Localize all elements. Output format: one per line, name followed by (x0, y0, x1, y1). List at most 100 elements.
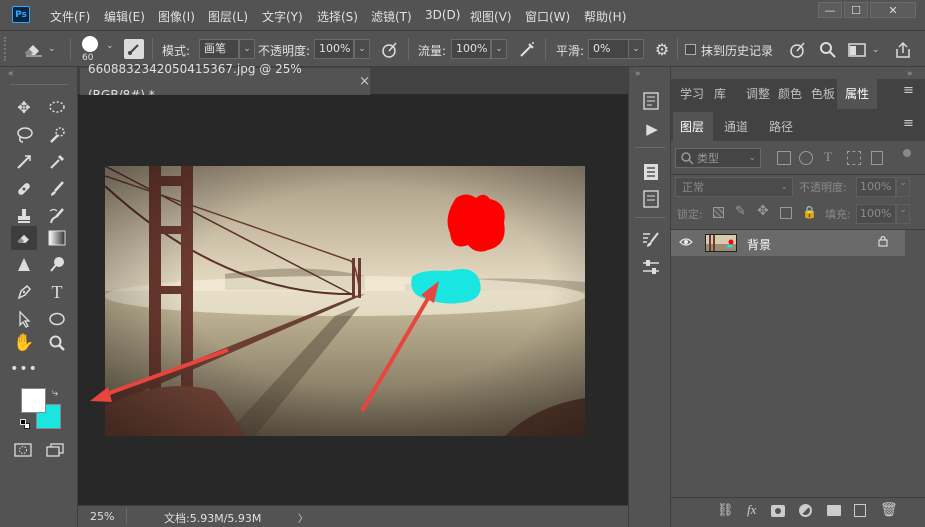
menu-3d[interactable]: 3D(D) (425, 8, 460, 22)
eye-icon[interactable] (679, 236, 693, 250)
menu-filter[interactable]: 滤镜(T) (371, 8, 412, 25)
tab-adjustments[interactable]: 调整 (746, 85, 770, 102)
adjustments-panel-button[interactable] (641, 257, 663, 279)
filter-adjustment-icon[interactable] (799, 151, 813, 165)
menu-edit[interactable]: 编辑(E) (104, 8, 145, 25)
lock-transparent-pixels-icon[interactable] (713, 207, 724, 218)
new-adjustment-layer-icon[interactable] (799, 504, 812, 517)
notes-panel-button[interactable] (641, 189, 663, 211)
move-tool[interactable]: ✥ (11, 95, 37, 119)
more-tools[interactable]: ••• (10, 357, 37, 381)
filter-type-icon[interactable]: T (824, 149, 832, 165)
menu-file[interactable]: 文件(F) (50, 8, 90, 25)
menu-type[interactable]: 文字(Y) (262, 8, 303, 25)
marquee-tool[interactable] (44, 95, 70, 119)
crop-tool[interactable] (11, 150, 37, 174)
tab-paths[interactable]: 路径 (769, 118, 793, 135)
pressure-opacity-button[interactable] (380, 40, 400, 60)
actions-panel-button[interactable]: ▶ (641, 120, 663, 142)
clone-stamp-tool[interactable] (11, 204, 37, 228)
collapse-dock-icon[interactable]: » (635, 69, 641, 79)
layer-name[interactable]: 背景 (747, 236, 771, 253)
new-group-icon[interactable] (827, 505, 841, 516)
tab-channels[interactable]: 通道 (724, 118, 748, 135)
minimize-button[interactable]: — (818, 2, 842, 18)
close-tab-icon[interactable]: × (359, 69, 370, 95)
default-colors-icon[interactable] (20, 419, 30, 429)
flow-dropdown-icon[interactable]: ⌄ (491, 39, 507, 59)
flow-input[interactable]: 100% (451, 39, 491, 59)
zoom-tool[interactable] (44, 331, 70, 355)
search-button[interactable] (818, 40, 838, 60)
chevron-down-icon[interactable]: ⌄ (896, 177, 910, 197)
lock-artboard-icon[interactable] (780, 207, 792, 219)
eraser-tool[interactable] (11, 226, 37, 250)
tab-color[interactable]: 颜色 (778, 85, 802, 102)
erase-to-history-checkbox[interactable] (685, 44, 696, 55)
history-brush-tool[interactable] (44, 204, 70, 228)
airbrush-button[interactable] (517, 40, 537, 60)
tab-properties[interactable]: 属性 (845, 85, 869, 102)
menu-select[interactable]: 选择(S) (317, 8, 358, 25)
panel-menu-icon[interactable]: ≡ (903, 116, 914, 131)
new-layer-icon[interactable] (854, 504, 866, 517)
trash-icon[interactable]: 🗑 (880, 502, 898, 518)
workspace-switcher[interactable]: ⌄ (848, 40, 884, 60)
history-panel-button[interactable] (641, 91, 663, 113)
pen-tool[interactable] (11, 280, 37, 304)
tab-learn[interactable]: 学习 (680, 85, 704, 102)
collapse-tools-icon[interactable]: « (8, 69, 14, 79)
menu-layer[interactable]: 图层(L) (208, 8, 248, 25)
blend-mode-select[interactable]: 正常 ⌄ (675, 177, 793, 197)
brush-settings-panel-button[interactable] (641, 230, 663, 252)
link-layers-icon[interactable]: ⛓ (717, 503, 734, 518)
quick-mask-button[interactable] (14, 443, 34, 459)
filter-smart-object-icon[interactable] (871, 151, 883, 165)
tab-libraries[interactable]: 库 (714, 85, 726, 102)
add-mask-icon[interactable] (771, 505, 785, 517)
foreground-color-swatch[interactable] (21, 388, 46, 413)
lock-position-icon[interactable]: ✥ (757, 203, 769, 219)
panel-menu-icon[interactable]: ≡ (903, 83, 914, 98)
filter-toggle-icon[interactable] (903, 149, 911, 157)
chevron-down-icon[interactable]: ⌄ (896, 204, 910, 224)
dodge-tool[interactable] (44, 253, 70, 277)
tab-swatches[interactable]: 色板 (811, 85, 835, 102)
healing-brush-tool[interactable] (11, 177, 37, 201)
fill-input[interactable]: 100% (856, 204, 896, 224)
brush-tool[interactable] (44, 177, 70, 201)
path-selection-tool[interactable] (11, 307, 37, 331)
properties-panel-button[interactable] (641, 162, 663, 184)
layer-row[interactable]: 背景 (671, 230, 905, 256)
layer-filter-select[interactable]: 类型 ⌄ (675, 148, 761, 168)
type-tool[interactable]: T (44, 280, 70, 304)
smoothing-dropdown-icon[interactable]: ⌄ (628, 39, 644, 59)
blur-tool[interactable] (11, 253, 37, 277)
menu-image[interactable]: 图像(I) (158, 8, 195, 25)
layer-style-icon[interactable]: fx (747, 502, 756, 518)
lasso-tool[interactable] (11, 123, 37, 147)
ellipse-tool[interactable] (44, 307, 70, 331)
swap-colors-icon[interactable]: ⤷ (52, 386, 58, 400)
layer-opacity-input[interactable]: 100% (856, 177, 896, 197)
document-tab[interactable]: 6608832342050415367.jpg @ 25%(RGB/8#) * … (80, 62, 370, 102)
pressure-size-button[interactable] (788, 40, 808, 60)
filter-pixel-icon[interactable] (777, 151, 791, 165)
maximize-button[interactable]: ☐ (844, 2, 868, 18)
status-menu-arrow[interactable]: 〉 (298, 510, 308, 525)
eyedropper-tool[interactable] (44, 150, 70, 174)
filter-shape-icon[interactable] (847, 151, 861, 165)
menu-view[interactable]: 视图(V) (470, 8, 512, 25)
opacity-dropdown-icon[interactable]: ⌄ (354, 39, 370, 59)
gear-icon[interactable]: ⚙ (652, 40, 672, 60)
gradient-tool[interactable] (44, 226, 70, 250)
tab-layers[interactable]: 图层 (680, 118, 704, 135)
screen-mode-button[interactable] (46, 443, 66, 459)
menu-help[interactable]: 帮助(H) (584, 8, 626, 25)
quick-selection-tool[interactable] (44, 123, 70, 147)
lock-all-icon[interactable]: 🔒 (802, 205, 817, 219)
tool-preset-picker[interactable]: ⌄ (22, 38, 62, 60)
hand-tool[interactable]: ✋ (11, 331, 37, 355)
collapse-panels-icon[interactable]: » (907, 69, 913, 79)
lock-image-pixels-icon[interactable]: ✎ (735, 204, 746, 219)
